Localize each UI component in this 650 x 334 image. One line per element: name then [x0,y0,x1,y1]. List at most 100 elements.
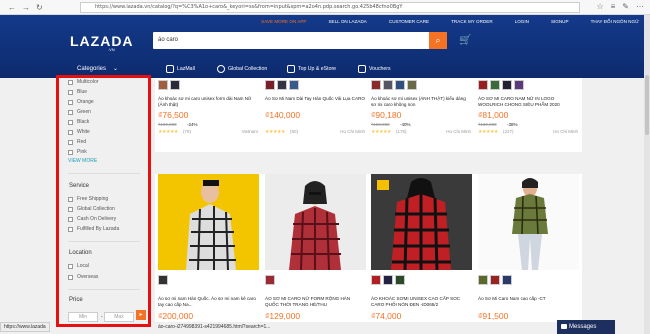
swatch[interactable] [502,275,512,285]
product-title[interactable]: Áo Sơ Mi Caro Nam cao cấp -CT [478,296,578,308]
checkbox[interactable] [68,226,73,232]
search-button[interactable]: ⌕ [429,32,447,49]
categories-menu[interactable]: Categories [77,66,106,72]
checkbox[interactable] [68,216,73,222]
quick-link-global-collection[interactable]: Global Collection [217,65,267,73]
swatch[interactable] [265,275,275,285]
checkbox[interactable] [68,206,73,212]
scrollbar-thumb[interactable] [645,75,649,135]
messages-button[interactable]: Messages [557,320,615,334]
checkbox[interactable] [68,274,73,280]
cart-icon[interactable]: 🛒 [459,35,471,46]
checkbox[interactable] [68,139,73,145]
filter-color-blue[interactable]: Blue [68,89,87,95]
price-min-input[interactable]: Min [68,312,98,322]
product-image[interactable] [265,174,366,270]
price-max-input[interactable]: Max [104,312,134,322]
forward-arrow-icon[interactable]: → [22,3,30,12]
swatch[interactable] [170,80,180,90]
product-image[interactable] [371,174,472,270]
product-title[interactable]: Áo khoác sơ mi unisex (ẢNH THẬT) kiểu dá… [371,96,471,108]
product-card-8[interactable]: Áo Sơ Mi Caro Nam cao cấp -CT ₫91,500 [475,174,582,322]
filter-free-shipping[interactable]: Free Shipping [68,196,108,202]
filter-overseas[interactable]: Overseas [68,274,98,280]
swatch[interactable] [514,80,524,90]
product-image[interactable] [478,174,579,270]
topnav-customer-care[interactable]: CUSTOMER CARE [378,19,440,24]
back-arrow-icon[interactable]: ← [8,3,16,12]
swatch[interactable] [383,275,393,285]
favorite-star-icon[interactable]: ☆ [596,2,603,11]
product-card-7[interactable]: ÁO KHOÁC SƠMI UNISEX CAO CẤP SOC CARO PH… [368,174,475,322]
hub-icon[interactable]: ≡ [611,2,616,11]
quick-link-lazmall[interactable]: LazMall [166,65,195,73]
product-title[interactable]: Áo sơ mi nam Hàn Quốc. Áo sơ mi nam kẻ c… [158,296,258,308]
swatch[interactable] [289,80,299,90]
swatch[interactable] [158,275,168,285]
note-icon[interactable]: ✎ [622,2,629,11]
swatch[interactable] [490,275,500,285]
price-apply-button[interactable]: ▸ [136,310,146,320]
product-title[interactable]: ÁO KHOÁC SƠMI UNISEX CAO CẤP SOC CARO PH… [371,296,471,308]
swatch[interactable] [407,80,417,90]
topnav-change-language[interactable]: THAY ĐỔI NGÔN NGỮ [580,19,650,24]
view-more-link[interactable]: VIEW MORE [68,158,97,164]
search-input[interactable]: áo caro [153,32,430,49]
more-icon[interactable]: ⋯ [636,2,644,11]
refresh-icon[interactable]: ↻ [36,3,43,12]
checkbox[interactable] [68,196,73,202]
checkbox[interactable] [68,149,73,155]
checkbox[interactable] [68,79,73,85]
checkbox[interactable] [68,129,73,135]
topnav-login[interactable]: LOGIN [504,19,540,24]
product-title[interactable]: ÁO SƠ MI CARO NAM NỮ IN LOGO WOOLRICH CH… [478,96,578,108]
topnav-signup[interactable]: SIGNUP [540,19,580,24]
checkbox[interactable] [68,89,73,95]
quick-link-top-up[interactable]: Top Up & eStore [287,65,336,73]
checkbox[interactable] [68,99,73,105]
lazada-logo[interactable]: LAZADA [70,33,134,49]
filter-color-pink[interactable]: Pink [68,149,87,155]
swatch[interactable] [383,80,393,90]
swatch[interactable] [371,80,381,90]
swatch[interactable] [502,80,512,90]
swatch[interactable] [395,275,405,285]
swatch[interactable] [395,80,405,90]
swatch[interactable] [478,80,488,90]
page-scrollbar[interactable] [644,15,650,334]
address-bar[interactable]: https://www.lazada.vn/catalog/?q=%C3%A1o… [80,2,580,13]
swatch[interactable] [478,275,488,285]
filter-color-red[interactable]: Red [68,139,86,145]
product-card-4[interactable]: ÁO SƠ MI CARO NAM NỮ IN LOGO WOOLRICH CH… [475,78,582,152]
topnav-sell-on-lazada[interactable]: SELL ON LAZADA [317,19,377,24]
swatch[interactable] [277,80,287,90]
filter-color-orange[interactable]: Orange [68,99,94,105]
checkbox[interactable] [68,263,73,269]
topnav-save-more-on-app[interactable]: SAVE MORE ON APP [250,19,317,24]
product-card-5[interactable]: Áo sơ mi nam Hàn Quốc. Áo sơ mi nam kẻ c… [155,174,262,322]
filter-color-black[interactable]: Black [68,119,89,125]
product-card-6[interactable]: ÁO SƠ MI CARO NỮ FORM RỘNG HÀN QUỐC THỜI… [262,174,369,322]
swatch[interactable] [490,80,500,90]
filter-color-green[interactable]: Green [68,109,91,115]
filter-color-multicolor[interactable]: Multicolor [68,79,98,85]
checkbox[interactable] [68,109,73,115]
swatch[interactable] [371,275,381,285]
swatch[interactable] [158,80,168,90]
filter-color-white[interactable]: White [68,129,90,135]
product-card-2[interactable]: Áo Sơ Mi Nam Dài Tay Hàn Quốc Vải Lụa CA… [262,78,369,152]
filter-global-collection[interactable]: Global Collection [68,206,115,212]
product-title[interactable]: Áo khoác sơ mi caro unisex form dài Nam … [158,96,258,108]
quick-link-vouchers[interactable]: Vouchers [358,65,391,73]
swatch[interactable] [265,80,275,90]
product-image[interactable] [158,174,259,270]
product-title[interactable]: ÁO SƠ MI CARO NỮ FORM RỘNG HÀN QUỐC THỜI… [265,296,365,308]
filter-cash-on-delivery[interactable]: Cash On Delivery [68,216,116,222]
product-card-3[interactable]: Áo khoác sơ mi unisex (ẢNH THẬT) kiểu dá… [368,78,475,152]
product-card-1[interactable]: Áo khoác sơ mi caro unisex form dài Nam … [155,78,262,152]
filter-fulfilled-by-lazada[interactable]: Fulfilled By Lazada [68,226,119,232]
topnav-track-my-order[interactable]: TRACK MY ORDER [440,19,504,24]
filter-local[interactable]: Local [68,263,89,269]
product-title[interactable]: Áo Sơ Mi Nam Dài Tay Hàn Quốc Vải Lụa CA… [265,96,365,108]
checkbox[interactable] [68,119,73,125]
